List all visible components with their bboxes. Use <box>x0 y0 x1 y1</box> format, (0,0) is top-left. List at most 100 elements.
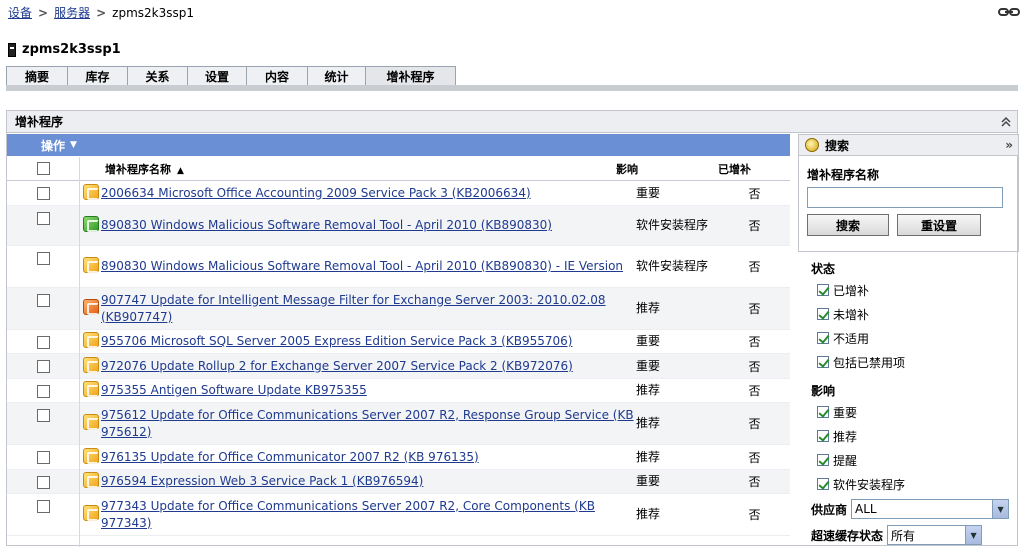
filter-option[interactable]: 提醒 <box>811 448 1019 472</box>
row-checkbox-cell <box>7 354 79 373</box>
vendor-label: 供应商 <box>811 502 848 517</box>
filter-option-label: 不适用 <box>833 331 870 346</box>
vendor-select-value: ALL <box>855 502 877 516</box>
filter-checkbox[interactable] <box>817 356 829 368</box>
patched-cell: 否 <box>748 450 761 465</box>
link-icon[interactable] <box>998 6 1020 18</box>
patch-name-link[interactable]: 972076 Update Rollup 2 for Exchange Serv… <box>101 359 573 373</box>
patch-name-link[interactable]: 890830 Windows Malicious Software Remova… <box>101 218 552 232</box>
chevron-down-icon[interactable]: ▼ <box>70 140 77 150</box>
impact-cell: 重要 <box>636 474 661 488</box>
filter-option[interactable]: 推荐 <box>811 424 1019 448</box>
panel-title: 增补程序 <box>7 111 1017 133</box>
actions-menu[interactable]: 操作 <box>41 137 65 154</box>
tab-summary[interactable]: 摘要 <box>6 66 68 86</box>
column-header-name-label[interactable]: 增补程序名称 <box>105 163 171 176</box>
collapse-right-icon[interactable]: » <box>1005 138 1013 152</box>
row-checkbox[interactable] <box>36 187 50 200</box>
patch-name-link[interactable]: 890830 Windows Malicious Software Remova… <box>101 259 623 273</box>
patch-name-link[interactable]: 955706 Microsoft SQL Server 2005 Express… <box>101 334 572 348</box>
column-header-name[interactable]: 增补程序名称 ▲ <box>79 161 614 177</box>
patch-icon-cell <box>79 257 99 276</box>
tab-patches[interactable]: 增补程序 <box>366 66 456 86</box>
cache-status-select[interactable]: 所有 ▼ <box>887 525 983 545</box>
row-checkbox[interactable] <box>36 336 50 349</box>
filter-option[interactable]: 已增补 <box>811 278 1019 302</box>
row-checkbox-cell <box>7 246 79 265</box>
filter-option[interactable]: 包括已禁用项 <box>811 350 1019 374</box>
tab-settings[interactable]: 设置 <box>188 66 247 86</box>
select-all-checkbox[interactable] <box>36 162 50 175</box>
patch-name-link[interactable]: 2006634 Microsoft Office Accounting 2009… <box>101 186 531 200</box>
patch-icon-cell <box>79 299 99 318</box>
patch-name-label: 增补程序名称 <box>807 168 880 182</box>
sort-ascending-icon[interactable]: ▲ <box>177 166 184 176</box>
row-checkbox[interactable] <box>36 476 50 489</box>
search-button[interactable]: 搜索 <box>807 214 889 236</box>
impact-cell: 推荐 <box>636 416 661 430</box>
patch-name-cell: 890830 Windows Malicious Software Remova… <box>99 217 634 234</box>
patch-name-cell: 2006634 Microsoft Office Accounting 2009… <box>99 185 634 202</box>
tab-inventory[interactable]: 库存 <box>68 66 128 86</box>
row-checkbox[interactable] <box>36 409 50 422</box>
row-checkbox[interactable] <box>36 451 50 464</box>
filter-option[interactable]: 不适用 <box>811 326 1019 350</box>
filter-option[interactable]: 未增补 <box>811 302 1019 326</box>
patch-icon <box>83 447 99 464</box>
collapse-icon[interactable] <box>999 115 1013 129</box>
patch-name-link[interactable]: 975612 Update for Office Communications … <box>101 408 634 439</box>
patched-cell: 否 <box>748 417 761 431</box>
impact-cell: 推荐 <box>636 449 661 464</box>
breadcrumb-devices-link[interactable]: 设备 <box>8 6 32 20</box>
patch-name-link[interactable]: 907747 Update for Intelligent Message Fi… <box>101 293 606 324</box>
filter-checkbox[interactable] <box>817 406 829 418</box>
filter-option[interactable]: 软件安装程序 <box>811 472 1019 496</box>
patch-name-link[interactable]: 977343 Update for Office Communications … <box>101 499 595 530</box>
impact-cell: 推荐 <box>636 383 661 397</box>
patch-name-input[interactable] <box>807 187 1003 208</box>
impact-cell: 重要 <box>636 358 661 373</box>
filter-checkbox[interactable] <box>817 430 829 442</box>
row-checkbox[interactable] <box>36 360 50 373</box>
filter-option[interactable]: 重要 <box>811 400 1019 424</box>
filter-checkbox[interactable] <box>817 478 829 490</box>
filter-checkbox[interactable] <box>817 454 829 466</box>
patched-cell: 否 <box>748 186 761 201</box>
table-row: 975612 Update for Office Communications … <box>7 403 790 445</box>
row-checkbox[interactable] <box>36 252 50 265</box>
row-checkbox-cell <box>7 445 79 464</box>
vendor-select[interactable]: ALL ▼ <box>851 499 1010 519</box>
status-filter-title: 状态 <box>811 261 836 276</box>
breadcrumb-separator: > <box>96 6 107 20</box>
reset-button[interactable]: 重设置 <box>897 214 981 236</box>
table-row: 907747 Update for Intelligent Message Fi… <box>7 288 790 330</box>
row-checkbox[interactable] <box>36 212 50 225</box>
patch-name-cell: 890830 Windows Malicious Software Remova… <box>99 258 634 275</box>
patch-icon-cell <box>79 332 99 351</box>
impact-cell: 推荐 <box>636 301 661 315</box>
cache-status-select-value: 所有 <box>891 528 916 543</box>
row-checkbox-cell <box>7 330 79 349</box>
patch-icon-cell <box>79 472 99 491</box>
tab-statistics[interactable]: 统计 <box>308 66 366 86</box>
chevron-down-icon[interactable]: ▼ <box>992 500 1009 518</box>
breadcrumb-servers-link[interactable]: 服务器 <box>54 6 90 20</box>
patch-icon-cell <box>79 356 99 376</box>
filter-option-label: 未增补 <box>833 307 870 322</box>
tab-relationships[interactable]: 关系 <box>128 66 188 86</box>
patch-icon <box>83 332 99 348</box>
patch-name-link[interactable]: 976594 Expression Web 3 Service Pack 1 (… <box>101 474 423 488</box>
patch-name-link[interactable]: 975355 Antigen Software Update KB975355 <box>101 383 367 397</box>
table-row: 975355 Antigen Software Update KB975355 推… <box>7 379 790 403</box>
filter-checkbox[interactable] <box>817 308 829 320</box>
tab-content[interactable]: 内容 <box>247 66 308 86</box>
chevron-down-icon[interactable]: ▼ <box>965 526 982 544</box>
filter-checkbox[interactable] <box>817 284 829 296</box>
row-checkbox[interactable] <box>36 500 50 513</box>
row-checkbox[interactable] <box>36 385 50 398</box>
patch-name-link[interactable]: 976135 Update for Office Communicator 20… <box>101 450 479 464</box>
patch-icon-cell <box>79 381 99 400</box>
row-checkbox[interactable] <box>36 294 50 307</box>
filter-checkbox[interactable] <box>817 332 829 344</box>
filter-option-label: 已增补 <box>833 283 870 298</box>
